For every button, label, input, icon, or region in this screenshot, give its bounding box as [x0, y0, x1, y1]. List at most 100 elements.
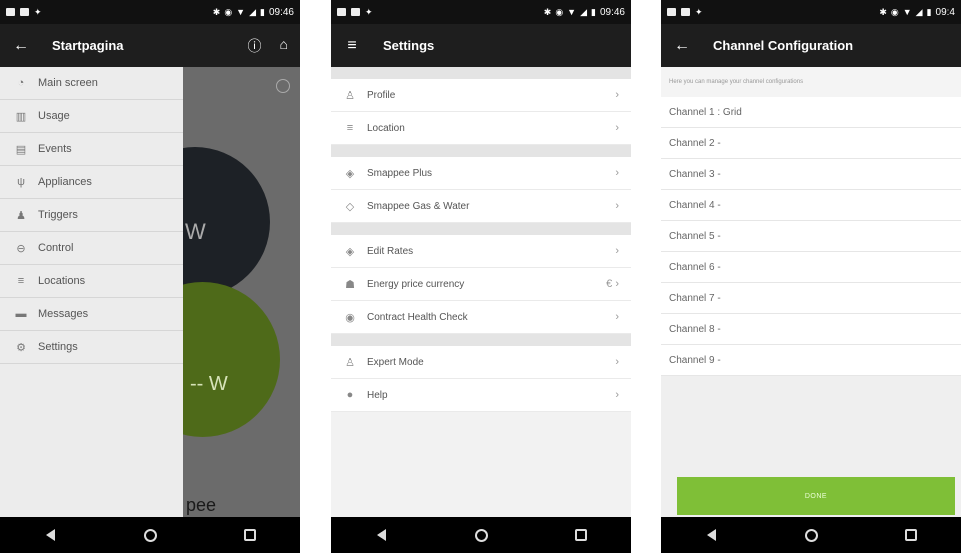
settings-item-energy-currency[interactable]: ☗ Energy price currency € ›	[331, 268, 631, 301]
channel-row[interactable]: Channel 1 : Grid	[661, 97, 961, 128]
nav-recents-button[interactable]	[566, 520, 596, 550]
settings-item-gas-water[interactable]: ◇ Smappee Gas & Water ›	[331, 190, 631, 223]
settings-item-label: Smappee Gas & Water	[367, 200, 470, 212]
signal-icon: ◢	[249, 6, 257, 17]
chevron-right-icon: ›	[615, 389, 619, 401]
nav-home-button[interactable]	[135, 520, 165, 550]
image-notification-icon	[6, 8, 15, 16]
settings-item-location[interactable]: ≡ Location ›	[331, 112, 631, 145]
drawer-item-usage[interactable]: ▥ Usage	[0, 100, 183, 133]
channel-row[interactable]: Channel 9 -	[661, 345, 961, 376]
battery-icon: ▮	[591, 6, 596, 17]
settings-item-label: Help	[367, 389, 388, 401]
logo-text: pee	[186, 495, 217, 515]
done-button[interactable]: DONE	[677, 477, 955, 515]
settings-item-expert-mode[interactable]: ♙ Expert Mode ›	[331, 346, 631, 379]
channel-row[interactable]: Channel 6 -	[661, 252, 961, 283]
status-bar: ✦ ✱ ◉ ▼ ◢ ▮ 09:4	[661, 0, 961, 24]
control-icon: ⊖	[16, 242, 26, 255]
back-arrow-icon[interactable]: ←	[12, 37, 30, 55]
settings-item-profile[interactable]: ♙ Profile ›	[331, 79, 631, 112]
settings-item-help[interactable]: ● Help ›	[331, 379, 631, 412]
system-nav-bar	[0, 517, 300, 553]
help-icon: ●	[346, 389, 354, 401]
drawer-item-events[interactable]: ▤ Events	[0, 133, 183, 166]
expert-icon: ♙	[345, 356, 355, 369]
channel-row[interactable]: Channel 3 -	[661, 159, 961, 190]
channel-row[interactable]: Channel 2 -	[661, 128, 961, 159]
home-circle-icon	[804, 528, 818, 542]
battery-icon: ▮	[926, 6, 932, 17]
wifi-icon: ▼	[567, 6, 577, 17]
home-circle-icon	[474, 528, 488, 542]
clock-icon[interactable]	[276, 79, 290, 93]
settings-item-edit-rates[interactable]: ◈ Edit Rates ›	[331, 235, 631, 268]
drawer-item-triggers[interactable]: ♟ Triggers	[0, 199, 183, 232]
wifi-icon: ▼	[236, 6, 246, 17]
image-notification-icon	[667, 8, 676, 16]
chevron-right-icon: ›	[615, 245, 619, 257]
battery-icon: ▮	[260, 6, 265, 17]
home-circle-icon	[143, 528, 157, 542]
drawer-item-settings[interactable]: ⚙ Settings	[0, 331, 183, 364]
settings-item-smappee-plus[interactable]: ◈ Smappee Plus ›	[331, 157, 631, 190]
settings-list: ♙ Profile › ≡ Location › ◈ Smappee Plus › ◇ Sma…	[331, 67, 631, 517]
settings-item-label: Smappee Plus	[367, 167, 433, 179]
channel-note: Here you can manage your channel configu…	[661, 67, 961, 97]
back-triangle-icon	[376, 529, 386, 541]
drawer-item-messages[interactable]: ▬ Messages	[0, 298, 183, 331]
info-icon[interactable]: ⓘ	[248, 36, 262, 56]
nav-back-button[interactable]	[696, 520, 726, 550]
back-triangle-icon	[45, 529, 55, 541]
notification-icon: ✦	[34, 6, 42, 17]
settings-item-health-check[interactable]: ◉ Contract Health Check ›	[331, 301, 631, 334]
system-nav-bar	[661, 517, 961, 553]
status-time: 09:46	[599, 6, 625, 18]
currency-icon: ☗	[345, 278, 355, 291]
settings-item-label: Contract Health Check	[367, 311, 468, 323]
phone-startpagina: ✦ ✱ ◉ ▼ ◢ ▮ 09:46 ← Startpagina ⓘ ⌂ W --…	[0, 0, 300, 553]
nav-recents-button[interactable]	[235, 520, 265, 550]
settings-item-label: Energy price currency	[367, 278, 465, 290]
nav-recents-button[interactable]	[896, 520, 926, 550]
wifi-icon: ▼	[902, 6, 912, 17]
section-divider	[331, 67, 631, 79]
nav-back-button[interactable]	[366, 520, 396, 550]
drawer-item-label: Triggers	[38, 209, 78, 221]
channel-list: Here you can manage your channel configu…	[661, 67, 961, 517]
nav-home-button[interactable]	[466, 520, 496, 550]
drawer-item-label: Main screen	[38, 77, 98, 89]
drawer-item-label: Locations	[38, 275, 86, 287]
drawer-item-main-screen[interactable]: ◔ Main screen	[0, 67, 183, 100]
channel-row[interactable]: Channel 4 -	[661, 190, 961, 221]
drawer-item-control[interactable]: ⊖ Control	[0, 232, 183, 265]
drawer-item-label: Usage	[38, 110, 70, 122]
channel-row[interactable]: Channel 8 -	[661, 314, 961, 345]
app-bar: ← Startpagina ⓘ ⌂	[0, 24, 300, 67]
drawer-item-locations[interactable]: ≡ Locations	[0, 265, 183, 298]
sync-icon: ◉	[890, 6, 899, 17]
status-time: 09:4	[935, 6, 955, 18]
drawer-item-label: Messages	[38, 308, 89, 320]
recents-square-icon	[244, 529, 256, 541]
nav-home-button[interactable]	[796, 520, 826, 550]
home-icon[interactable]: ⌂	[280, 36, 288, 56]
sync-icon: ◉	[555, 6, 564, 17]
recents-square-icon	[575, 529, 587, 541]
trigger-icon: ♟	[16, 209, 26, 222]
section-divider	[331, 223, 631, 235]
gear-icon: ⚙	[16, 341, 26, 354]
channel-row[interactable]: Channel 7 -	[661, 283, 961, 314]
status-time: 09:46	[268, 6, 294, 18]
nav-back-button[interactable]	[35, 520, 65, 550]
back-arrow-icon[interactable]: ←	[673, 37, 691, 55]
drawer-item-appliances[interactable]: ψ Appliances	[0, 166, 183, 199]
channel-row[interactable]: Channel 5 -	[661, 221, 961, 252]
system-nav-bar	[331, 517, 631, 553]
bluetooth-icon: ✱	[543, 6, 552, 17]
location-icon: ≡	[346, 122, 354, 134]
phone-channel-configuration: ✦ ✱ ◉ ▼ ◢ ▮ 09:4 ← Channel Configuration…	[661, 0, 961, 553]
chevron-right-icon: ›	[615, 200, 619, 212]
currency-symbol: €	[606, 278, 613, 290]
menu-icon[interactable]: ≡	[343, 37, 361, 55]
